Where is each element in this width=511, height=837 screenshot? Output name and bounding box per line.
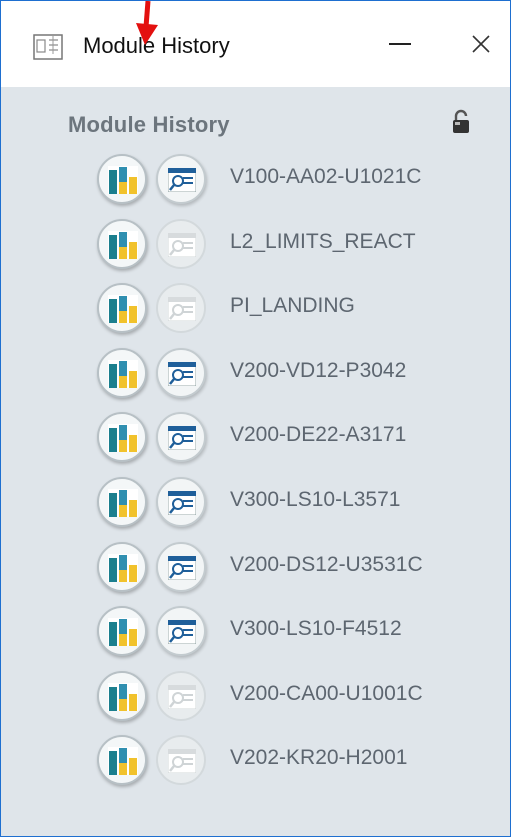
bar-chart-icon [108, 553, 138, 582]
bar-chart-icon [108, 618, 138, 647]
bar-chart-icon [108, 230, 138, 259]
close-button[interactable] [461, 23, 501, 67]
bar-chart-icon [108, 424, 138, 453]
bar-chart-icon [108, 488, 138, 517]
red-arrow-annotation-icon [136, 1, 158, 45]
detail-view-icon [168, 490, 196, 515]
bar-chart-icon [108, 682, 138, 711]
module-history-window: Module History Module History V100-AA02-… [0, 0, 511, 837]
detail-view-icon [168, 297, 196, 322]
module-details-button [156, 670, 206, 721]
module-details-button[interactable] [156, 154, 206, 204]
app-icon [33, 34, 63, 60]
module-row: V202-KR20-H2001 [1, 732, 510, 797]
module-row: V200-DS12-U3531C [1, 539, 510, 604]
lock-icon[interactable] [451, 109, 471, 135]
detail-view-icon [168, 555, 196, 580]
detail-view-icon [168, 168, 196, 192]
module-details-button[interactable] [156, 412, 206, 463]
module-name[interactable]: V202-KR20-H2001 [230, 746, 407, 770]
module-name[interactable]: V100-AA02-U1021C [230, 165, 421, 189]
history-chart-button[interactable] [97, 541, 147, 592]
module-row: V200-CA00-U1001C [1, 668, 510, 733]
bar-chart-icon [108, 747, 138, 776]
module-name[interactable]: V200-CA00-U1001C [230, 682, 423, 706]
history-chart-button[interactable] [97, 347, 147, 398]
history-chart-button[interactable] [97, 412, 147, 463]
bar-chart-icon [108, 359, 138, 388]
module-row: V200-VD12-P3042 [1, 345, 510, 410]
panel-title: Module History [68, 112, 230, 137]
module-details-button [156, 283, 206, 334]
module-row: V300-LS10-L3571 [1, 474, 510, 539]
detail-view-icon [168, 361, 196, 386]
history-chart-button[interactable] [97, 154, 147, 204]
module-name[interactable]: V200-DE22-A3171 [230, 423, 406, 447]
close-icon [472, 35, 490, 53]
module-row: V300-LS10-F4512 [1, 603, 510, 668]
bar-chart-icon [108, 295, 138, 324]
bar-chart-icon [108, 166, 138, 194]
module-details-button[interactable] [156, 347, 206, 398]
history-chart-button[interactable] [97, 735, 147, 786]
module-name[interactable]: V300-LS10-L3571 [230, 488, 400, 512]
module-details-button[interactable] [156, 476, 206, 527]
module-list: V100-AA02-U1021C L2_LIMITS_REACT PI_LAND… [1, 151, 510, 797]
module-row: L2_LIMITS_REACT [1, 216, 510, 281]
module-details-button[interactable] [156, 606, 206, 657]
module-details-button[interactable] [156, 541, 206, 592]
module-name[interactable]: L2_LIMITS_REACT [230, 230, 416, 254]
module-details-button [156, 735, 206, 786]
module-name[interactable]: V200-DS12-U3531C [230, 553, 423, 577]
detail-view-icon [168, 684, 196, 709]
minimize-button[interactable] [381, 23, 421, 67]
module-name[interactable]: V200-VD12-P3042 [230, 359, 406, 383]
minimize-icon [389, 43, 411, 45]
module-row: V200-DE22-A3171 [1, 409, 510, 474]
history-chart-button[interactable] [97, 606, 147, 657]
history-chart-button[interactable] [97, 476, 147, 527]
module-name[interactable]: PI_LANDING [230, 294, 355, 318]
module-name[interactable]: V300-LS10-F4512 [230, 617, 402, 641]
module-details-button [156, 218, 206, 269]
history-chart-button[interactable] [97, 283, 147, 334]
detail-view-icon [168, 426, 196, 451]
detail-view-icon [168, 620, 196, 645]
history-chart-button[interactable] [97, 670, 147, 721]
detail-view-icon [168, 232, 196, 257]
module-row: PI_LANDING [1, 280, 510, 345]
title-bar[interactable]: Module History [1, 1, 510, 87]
module-row: V100-AA02-U1021C [1, 151, 510, 216]
detail-view-icon [168, 749, 196, 774]
history-chart-button[interactable] [97, 218, 147, 269]
